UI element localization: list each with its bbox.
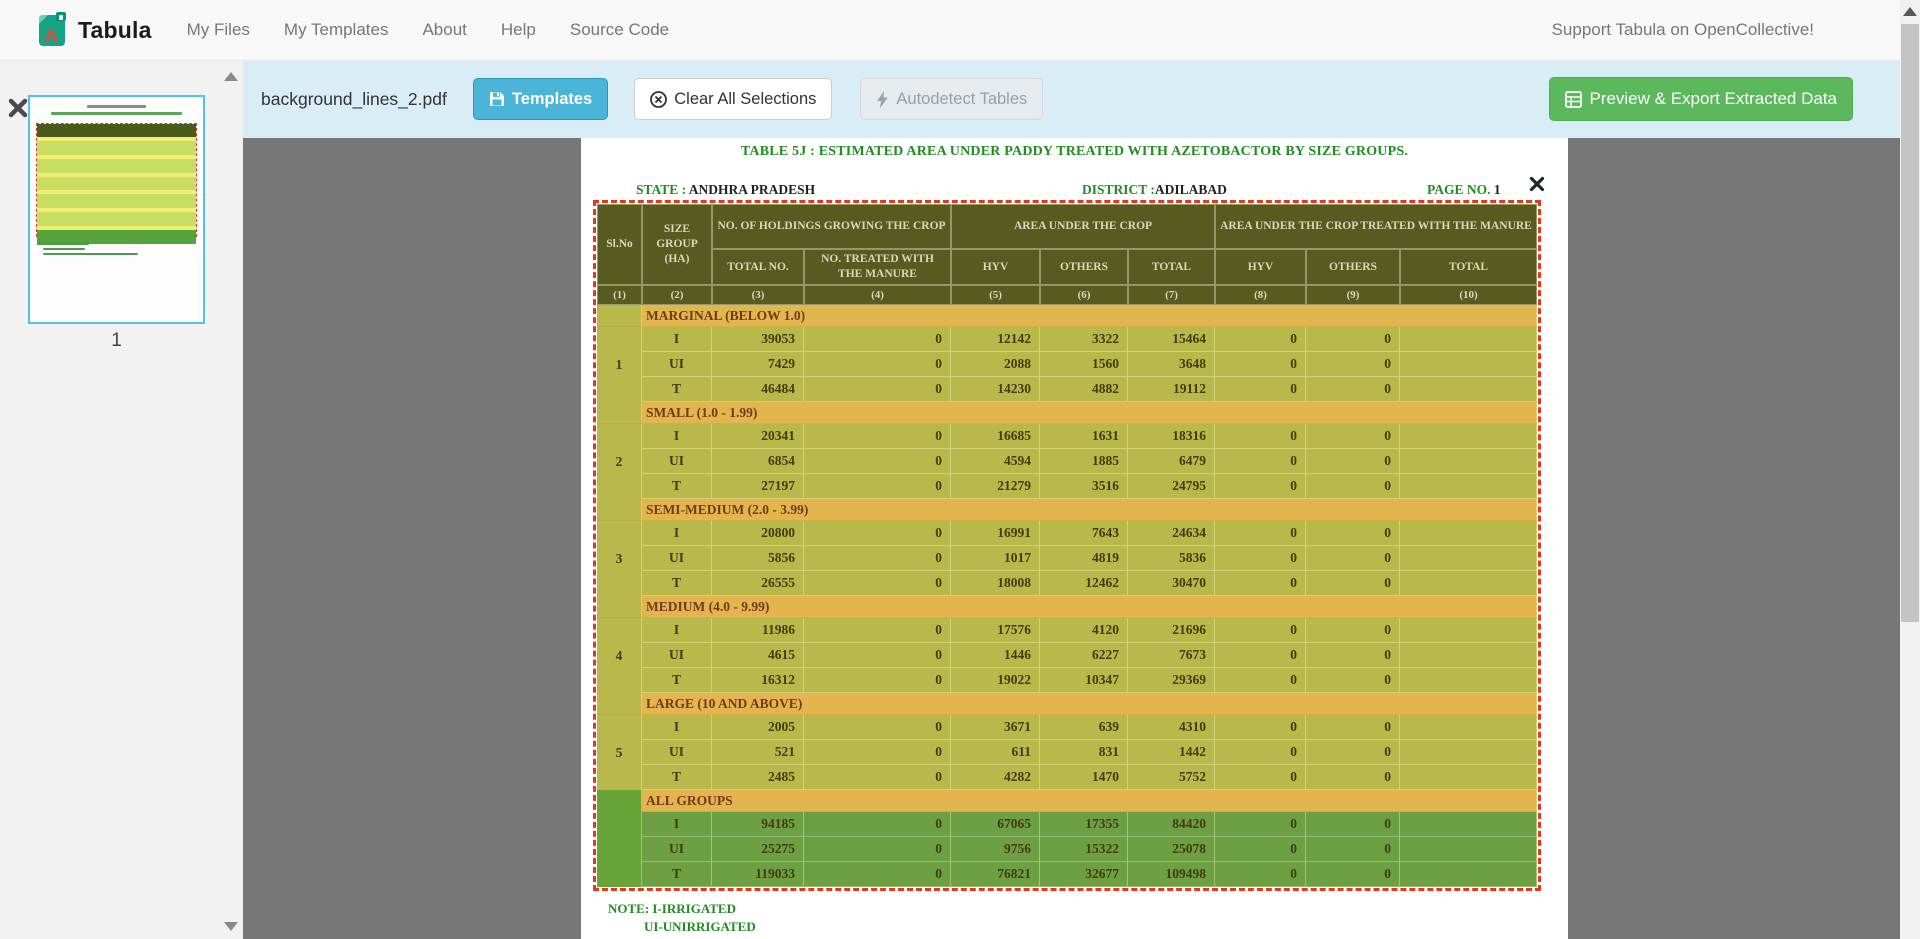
support-link[interactable]: Support Tabula on OpenCollective! [1552,20,1814,40]
page-scrollbar[interactable] [1900,0,1920,939]
clear-all-selections-label: Clear All Selections [674,90,816,109]
preview-export-button[interactable]: Preview & Export Extracted Data [1549,77,1853,121]
thumb-note-line [43,248,85,250]
page-thumbnail[interactable] [28,95,205,324]
save-icon [489,91,505,107]
brand-name: Tabula [78,17,152,44]
sidebar-scroll-down-icon[interactable] [224,922,238,931]
doc-state: STATE : ANDHRA PRADESH [636,182,815,198]
nav-item-my-templates[interactable]: My Templates [267,20,406,40]
thumbnail-page-number: 1 [28,330,205,352]
preview-export-label: Preview & Export Extracted Data [1589,89,1837,109]
page-no-value: 1 [1494,182,1501,197]
doc-district: DISTRICT :ADILABAD [1082,182,1227,198]
scrollbar-thumb[interactable] [1901,24,1919,622]
nav-menu: My Files My Templates About Help Source … [170,20,686,40]
navbar: Tabula My Files My Templates About Help … [0,0,1900,61]
pdf-page[interactable]: TABLE 5J : ESTIMATED AREA UNDER PADDY TR… [581,138,1568,939]
tabula-logo-icon [38,12,68,48]
templates-button-label: Templates [512,90,592,109]
district-value: ADILABAD [1155,182,1227,197]
brand[interactable]: Tabula [38,12,152,48]
thumb-note-line [37,243,89,245]
doc-note-1: NOTE: I-IRRIGATED [608,901,736,917]
thumb-mini-table [36,123,197,237]
autodetect-tables-button[interactable]: Autodetect Tables [860,78,1043,120]
nav-item-about[interactable]: About [405,20,483,40]
district-label: DISTRICT : [1082,182,1155,197]
page-thumbnails-sidebar: 1 [0,60,243,939]
thumb-mini-row [37,124,196,137]
page-no-label: PAGE NO. [1427,182,1491,197]
doc-title: TABLE 5J : ESTIMATED AREA UNDER PADDY TR… [581,144,1568,160]
nav-item-help[interactable]: Help [484,20,553,40]
current-filename: background_lines_2.pdf [261,89,447,110]
templates-button[interactable]: Templates [473,78,608,120]
remove-page-button[interactable] [8,98,28,118]
thumb-title-line [87,105,146,108]
file-toolbar: background_lines_2.pdf Templates Clear A… [243,60,1900,138]
state-label: STATE : [636,182,686,197]
scrollbar-up-icon[interactable] [1903,7,1917,16]
tabula-app: Tabula My Files My Templates About Help … [0,0,1920,939]
state-value: ANDHRA PRADESH [689,182,815,197]
nav-item-source-code[interactable]: Source Code [553,20,686,40]
autodetect-tables-label: Autodetect Tables [896,90,1027,109]
sidebar-scroll-up-icon[interactable] [224,72,238,81]
lightning-bolt-icon [876,91,889,108]
circle-x-icon [650,91,667,108]
clear-all-selections-button[interactable]: Clear All Selections [634,78,832,120]
doc-page-no: PAGE NO. 1 [1427,182,1501,198]
thumb-subtitle-line [51,112,182,115]
selection-close-icon[interactable] [1529,176,1545,192]
pdf-viewer: TABLE 5J : ESTIMATED AREA UNDER PADDY TR… [243,138,1900,939]
table-selection-box[interactable] [593,200,1541,891]
nav-item-my-files[interactable]: My Files [170,20,267,40]
thumb-note-line [43,253,138,255]
doc-note-2: UI-UNIRRIGATED [644,919,756,935]
table-icon [1565,91,1582,108]
